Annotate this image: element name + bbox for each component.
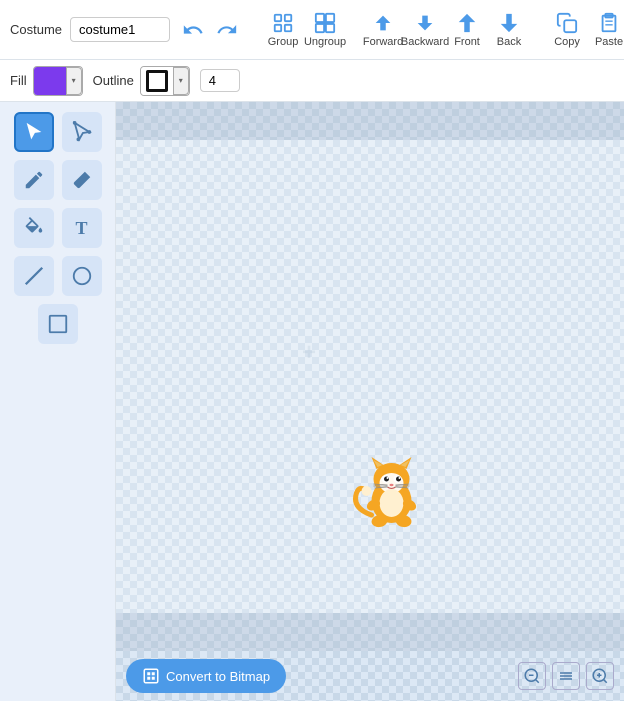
front-label: Front	[454, 36, 480, 48]
fill-section: Fill ▾	[10, 66, 83, 96]
tool-row-2	[10, 160, 105, 200]
zoom-reset-button[interactable]	[552, 662, 580, 690]
backward-button[interactable]: Backward	[408, 10, 442, 50]
back-button[interactable]: Back	[492, 10, 526, 50]
ungroup-button[interactable]: Ungroup	[308, 10, 342, 50]
text-tool[interactable]: T	[62, 208, 102, 248]
thickness-input[interactable]	[200, 69, 240, 92]
copy-label: Copy	[554, 36, 580, 48]
outline-color-dropdown[interactable]: ▾	[173, 67, 189, 95]
fill-tool[interactable]	[14, 208, 54, 248]
canvas-area: +	[116, 102, 624, 701]
eraser-tool[interactable]	[62, 160, 102, 200]
cat-sprite	[342, 443, 437, 543]
costume-label: Costume	[10, 22, 62, 37]
outline-color-picker[interactable]: ▾	[140, 66, 190, 96]
top-toolbar: Costume Group Ungroup Forward Backward F…	[0, 0, 624, 60]
backward-label: Backward	[401, 36, 449, 48]
canvas-drawing-area[interactable]: +	[116, 140, 624, 613]
ellipse-tool[interactable]	[62, 256, 102, 296]
tool-row-1	[10, 112, 105, 152]
select-tool[interactable]	[14, 112, 54, 152]
group-label: Group	[268, 36, 299, 48]
canvas-bottom-bar: Convert to Bitmap	[116, 651, 624, 701]
front-button[interactable]: Front	[450, 10, 484, 50]
fill-color-dropdown[interactable]: ▾	[66, 67, 82, 95]
ungroup-label: Ungroup	[304, 36, 346, 48]
second-toolbar: Fill ▾ Outline ▾	[0, 60, 624, 102]
canvas-bottom-strip	[116, 613, 624, 651]
line-tool[interactable]	[14, 256, 54, 296]
convert-to-bitmap-button[interactable]: Convert to Bitmap	[126, 659, 286, 693]
copy-button[interactable]: Copy	[550, 10, 584, 50]
group-button[interactable]: Group	[266, 10, 300, 50]
back-label: Back	[497, 36, 521, 48]
tool-row-4	[10, 256, 105, 296]
zoom-in-button[interactable]	[586, 662, 614, 690]
fill-label: Fill	[10, 73, 27, 88]
redo-button[interactable]	[212, 17, 242, 43]
reshape-tool[interactable]	[62, 112, 102, 152]
canvas-main: +	[116, 102, 624, 651]
main-area: T +	[0, 102, 624, 701]
forward-button[interactable]: Forward	[366, 10, 400, 50]
convert-to-bitmap-label: Convert to Bitmap	[166, 669, 270, 684]
outline-section: Outline ▾	[93, 66, 190, 96]
paste-label: Paste	[595, 36, 623, 48]
fill-color-picker[interactable]: ▾	[33, 66, 83, 96]
canvas-top-strip	[116, 102, 624, 140]
brush-tool[interactable]	[14, 160, 54, 200]
outline-label: Outline	[93, 73, 134, 88]
zoom-controls	[518, 662, 614, 690]
rect-tool[interactable]	[38, 304, 78, 344]
forward-label: Forward	[363, 36, 403, 48]
undo-button[interactable]	[178, 17, 208, 43]
fill-color-swatch[interactable]	[34, 67, 66, 95]
outline-color-swatch[interactable]	[141, 67, 173, 95]
canvas-watermark: +	[302, 339, 316, 367]
toolbox: T	[0, 102, 116, 701]
undo-redo-group	[178, 17, 242, 43]
costume-name-input[interactable]	[70, 17, 170, 42]
paste-button[interactable]: Paste	[592, 10, 624, 50]
zoom-out-button[interactable]	[518, 662, 546, 690]
tool-row-5	[10, 304, 105, 344]
tool-row-3: T	[10, 208, 105, 248]
